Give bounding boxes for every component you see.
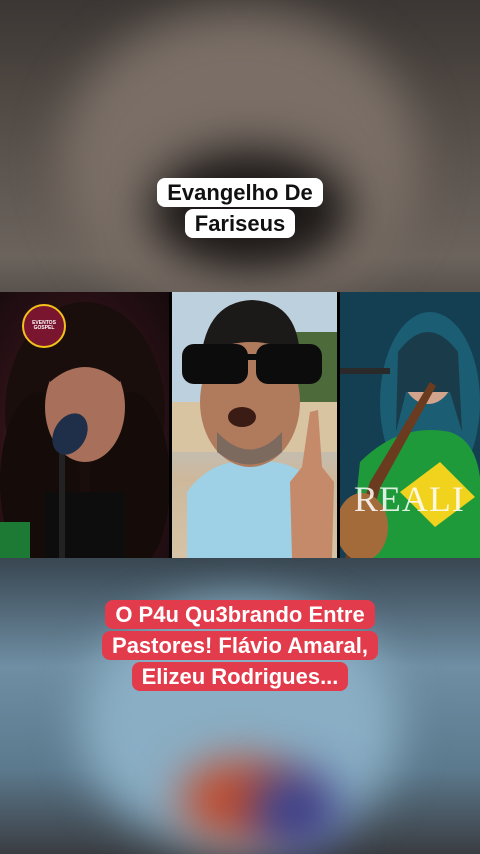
speaker-illustration: [171, 292, 337, 558]
video-collage: EVENTOS GOSPEL REALI: [0, 292, 480, 558]
top-caption-text: Evangelho De Fariseus: [157, 178, 323, 238]
bottom-caption-text: O P4u Qu3brando Entre Pastores! Flávio A…: [102, 600, 378, 691]
channel-logo: EVENTOS GOSPEL: [22, 304, 66, 348]
overlay-text: REALI: [353, 479, 465, 519]
panel-singer-right: REALI: [339, 292, 480, 558]
panel-speaker-center: [171, 292, 337, 558]
bottom-caption: O P4u Qu3brando Entre Pastores! Flávio A…: [80, 600, 400, 692]
panel-singer-left: EVENTOS GOSPEL: [0, 292, 169, 558]
top-caption: Evangelho De Fariseus: [130, 178, 350, 240]
